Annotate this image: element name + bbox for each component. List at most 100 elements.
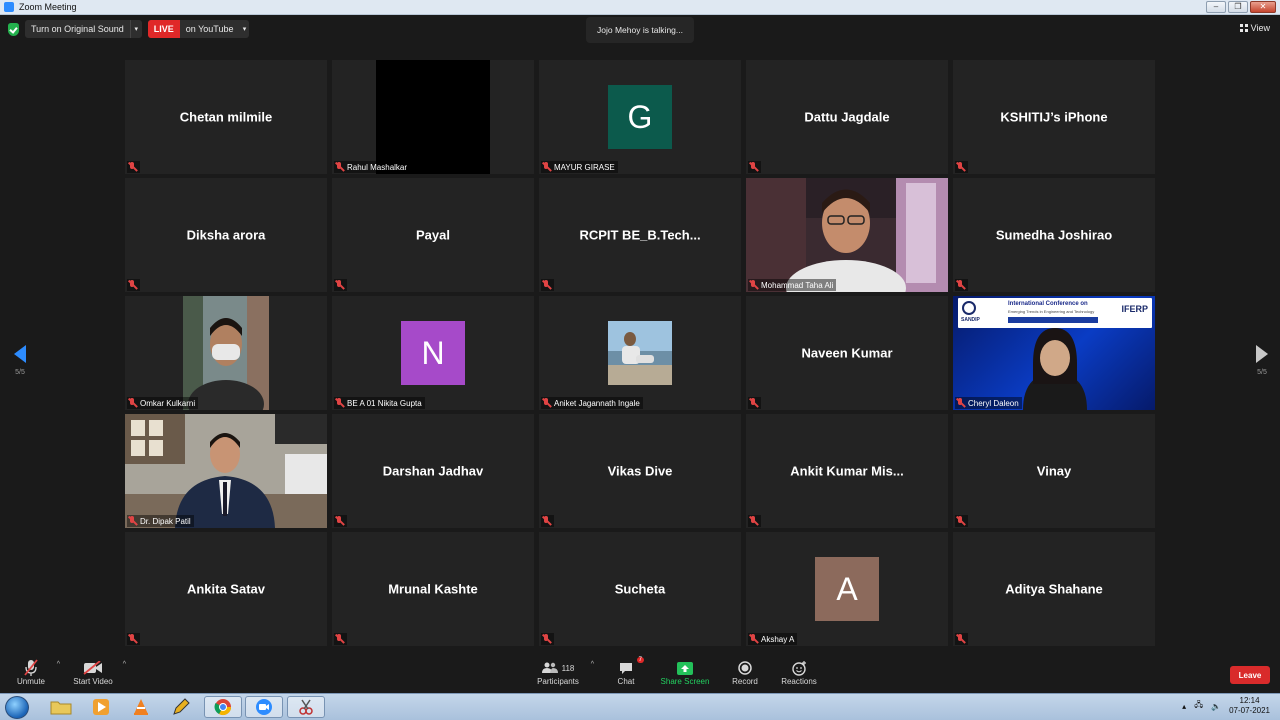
chevron-down-icon[interactable]: ▾: [129, 20, 142, 38]
record-icon[interactable]: [728, 659, 762, 677]
original-sound-control[interactable]: Turn on Original Sound ▾: [25, 20, 142, 38]
participant-tile[interactable]: Sucheta: [539, 532, 741, 646]
network-icon[interactable]: 🖧: [1194, 699, 1203, 713]
video-grid: Chetan milmile Rahul Mashalkar G MAYUR G…: [125, 60, 1155, 646]
system-clock[interactable]: 12:14 07-07-2021: [1229, 696, 1270, 716]
tile-footer: Akshay A: [748, 633, 798, 645]
share-screen-icon[interactable]: [660, 659, 710, 677]
start-button[interactable]: [5, 696, 29, 719]
shield-icon[interactable]: [8, 22, 19, 36]
reactions-button[interactable]: Reactions: [780, 659, 818, 686]
unmute-label: Unmute: [16, 677, 45, 686]
participant-tile[interactable]: Mohammad Taha Ali: [746, 178, 948, 292]
mic-muted-icon: [128, 162, 137, 172]
original-sound-button[interactable]: Turn on Original Sound: [25, 20, 130, 38]
participant-tile[interactable]: G MAYUR GIRASE: [539, 60, 741, 174]
meeting-toolbar: Unmute ^ Start Video ^ 118 Participants …: [0, 655, 1280, 693]
initial-avatar: A: [815, 557, 879, 621]
mic-muted-icon: [542, 634, 551, 644]
participant-tile[interactable]: Sumedha Joshirao: [953, 178, 1155, 292]
live-destination[interactable]: on YouTube: [180, 20, 240, 38]
leave-button[interactable]: Leave: [1230, 666, 1270, 684]
chat-icon[interactable]: 7: [612, 657, 644, 677]
participant-tile[interactable]: Vinay: [953, 414, 1155, 528]
arrow-left-icon[interactable]: [14, 345, 26, 363]
live-badge: LIVE: [147, 20, 180, 38]
vlc-icon[interactable]: [122, 696, 160, 718]
record-button[interactable]: Record: [728, 659, 762, 686]
tile-footer: Rahul Mashalkar: [334, 161, 411, 173]
page-indicator-right: 5/5: [1257, 369, 1267, 376]
mic-muted-icon: [542, 280, 551, 290]
chevron-down-icon[interactable]: ▾: [239, 20, 249, 38]
participant-tile[interactable]: Vikas Dive: [539, 414, 741, 528]
chevron-up-icon[interactable]: ^: [123, 661, 126, 668]
chat-label: Chat: [617, 677, 635, 686]
mic-muted-icon[interactable]: [14, 659, 48, 677]
participant-tile[interactable]: Chetan milmile: [125, 60, 327, 174]
tile-footer: [127, 161, 140, 173]
participants-button[interactable]: 118 Participants ^: [536, 659, 594, 686]
participant-tile[interactable]: SANDIP International Conference on Emerg…: [953, 296, 1155, 410]
participant-name: Dattu Jagdale: [804, 109, 890, 125]
chevron-up-icon[interactable]: ^: [591, 661, 594, 668]
participant-tile[interactable]: Diksha arora: [125, 178, 327, 292]
participant-tile[interactable]: Dr. Dipak Patil: [125, 414, 327, 528]
participants-icon: [541, 662, 558, 673]
participant-tile[interactable]: Darshan Jadhav: [332, 414, 534, 528]
chat-button[interactable]: 7 Chat: [612, 657, 644, 686]
participant-tile[interactable]: Dattu Jagdale: [746, 60, 948, 174]
participant-tile[interactable]: Aniket Jagannath Ingale: [539, 296, 741, 410]
view-label: View: [1250, 23, 1270, 33]
volume-icon[interactable]: 🔈: [1211, 702, 1221, 711]
previous-page-button[interactable]: 5/5: [10, 345, 30, 376]
close-button[interactable]: ✕: [1250, 1, 1276, 13]
participant-tile[interactable]: A Akshay A: [746, 532, 948, 646]
window-controls: ‒ ❐ ✕: [1206, 1, 1276, 13]
video-off-icon[interactable]: [72, 659, 114, 677]
file-explorer-icon[interactable]: [42, 696, 80, 718]
chevron-up-icon[interactable]: ^: [57, 661, 60, 668]
minimize-button[interactable]: ‒: [1206, 1, 1226, 13]
mic-muted-icon: [749, 280, 758, 290]
start-video-button[interactable]: Start Video ^: [72, 659, 126, 686]
participant-tile[interactable]: Aditya Shahane: [953, 532, 1155, 646]
mic-muted-icon: [128, 634, 137, 644]
participant-tile[interactable]: RCPIT BE_B.Tech...: [539, 178, 741, 292]
chrome-icon[interactable]: [204, 696, 242, 718]
record-label: Record: [732, 677, 758, 686]
participant-tile[interactable]: Mrunal Kashte: [332, 532, 534, 646]
maximize-button[interactable]: ❐: [1228, 1, 1248, 13]
share-screen-button[interactable]: Share Screen: [660, 659, 710, 686]
participant-tile[interactable]: Payal: [332, 178, 534, 292]
participant-tile[interactable]: KSHITIJ’s iPhone: [953, 60, 1155, 174]
pencil-tool-icon[interactable]: [162, 696, 200, 718]
mic-muted-icon: [542, 162, 551, 172]
initial-avatar: G: [608, 85, 672, 149]
mic-muted-icon: [749, 634, 758, 644]
participant-tile[interactable]: Naveen Kumar: [746, 296, 948, 410]
media-player-icon[interactable]: [82, 696, 120, 718]
next-page-button[interactable]: 5/5: [1252, 345, 1272, 376]
tile-footer: [127, 633, 140, 645]
arrow-right-icon[interactable]: [1256, 345, 1268, 363]
zoom-taskbar-icon[interactable]: [245, 696, 283, 718]
snipping-tool-icon[interactable]: [287, 696, 325, 718]
view-button[interactable]: View: [1239, 23, 1270, 33]
participant-name: Mrunal Kashte: [388, 581, 478, 597]
grid-icon: [1239, 24, 1248, 32]
tile-footer: BE A 01 Nikita Gupta: [334, 397, 425, 409]
participant-tile[interactable]: Ankit Kumar Mis...: [746, 414, 948, 528]
unmute-button[interactable]: Unmute ^: [14, 659, 60, 686]
participant-tile[interactable]: Rahul Mashalkar: [332, 60, 534, 174]
tray-expand-icon[interactable]: ▴: [1182, 702, 1186, 711]
participant-tile[interactable]: Ankita Satav: [125, 532, 327, 646]
participant-label: Dr. Dipak Patil: [140, 516, 191, 526]
participant-tile[interactable]: Omkar Kulkarni: [125, 296, 327, 410]
participant-name: Payal: [416, 227, 450, 243]
tile-footer: [955, 515, 968, 527]
profile-photo: [608, 321, 672, 385]
live-stream-control[interactable]: LIVE on YouTube ▾: [147, 20, 250, 38]
participant-tile[interactable]: N BE A 01 Nikita Gupta: [332, 296, 534, 410]
emoji-plus-icon[interactable]: [780, 659, 818, 677]
